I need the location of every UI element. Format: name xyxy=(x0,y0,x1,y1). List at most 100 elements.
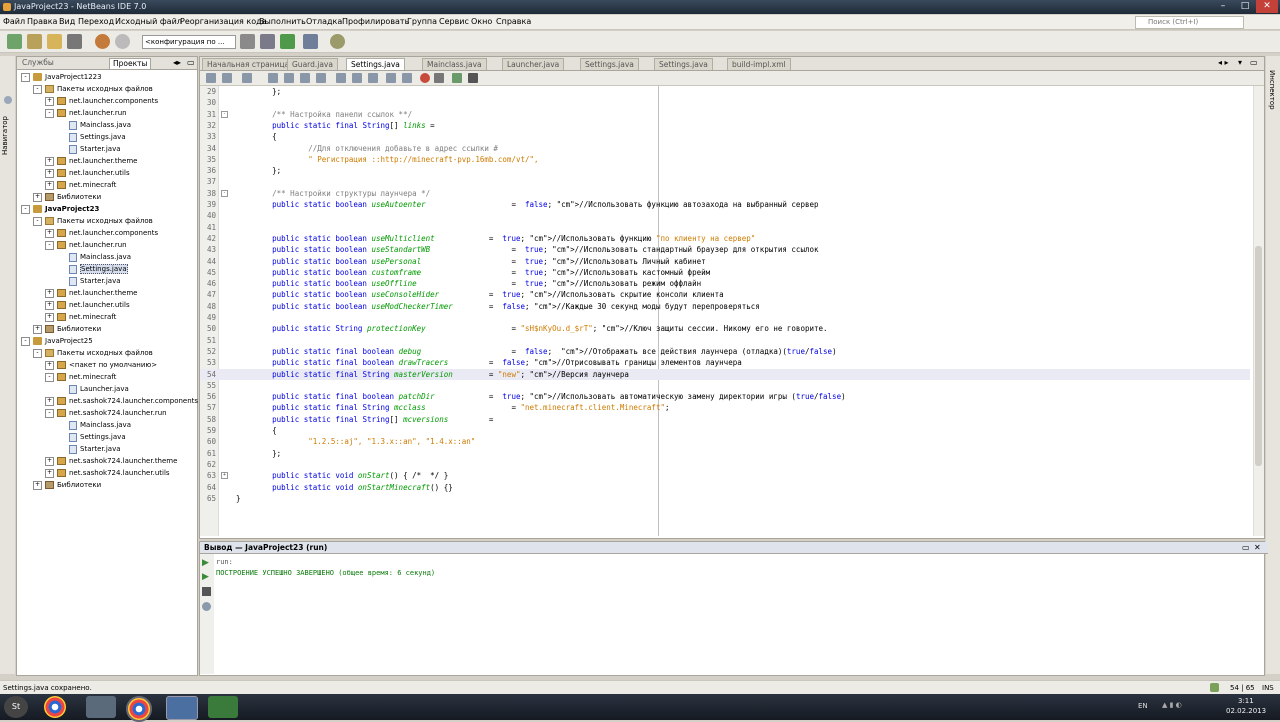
tree-node[interactable]: - Пакеты исходных файлов xyxy=(33,215,153,227)
tree-node[interactable]: + net.launcher.theme xyxy=(45,287,138,299)
close-button[interactable]: ✕ xyxy=(1256,0,1278,13)
tree-file[interactable]: Settings.java xyxy=(57,131,126,143)
find-previous-icon[interactable] xyxy=(268,73,278,83)
collapse-icon[interactable]: - xyxy=(33,84,42,94)
app-icon[interactable] xyxy=(86,696,116,718)
menu-file[interactable]: Файл xyxy=(3,17,25,26)
tree-node[interactable]: + net.minecraft xyxy=(45,311,116,323)
code-line[interactable]: 49 xyxy=(200,312,1250,323)
back-icon[interactable] xyxy=(242,73,252,83)
code-line[interactable]: 63 + public static void onStart() { /* */… xyxy=(200,470,1250,481)
code-line[interactable]: 30 xyxy=(200,97,1250,108)
expand-icon[interactable]: + xyxy=(33,192,42,202)
tree-file[interactable]: Settings.java xyxy=(57,263,128,275)
chrome-icon-2[interactable] xyxy=(126,696,152,722)
build-hammer-icon[interactable] xyxy=(240,34,255,49)
collapse-icon[interactable]: - xyxy=(33,348,42,358)
language-indicator[interactable]: EN xyxy=(1138,702,1148,710)
code-line[interactable]: 35 " Регистрация ::http://minecraft-pvp.… xyxy=(200,154,1250,165)
tree-node[interactable]: - net.minecraft xyxy=(45,371,116,383)
clean-build-icon[interactable] xyxy=(260,34,275,49)
code-line[interactable]: 38- /** Настройки структуры лаунчера */ xyxy=(200,188,1250,199)
tree-node[interactable]: + net.sashok724.launcher.utils xyxy=(45,467,170,479)
redo-icon[interactable] xyxy=(115,34,130,49)
collapse-icon[interactable]: - xyxy=(45,372,54,382)
expand-icon[interactable]: + xyxy=(33,324,42,334)
tabs-scroll-icon[interactable]: ◂ ▸ xyxy=(1218,58,1229,67)
tree-node[interactable]: + Библиотеки xyxy=(33,479,101,491)
editor-tab[interactable]: Settings.java xyxy=(580,58,639,70)
panel-menu-icon[interactable]: ◂▸ xyxy=(173,58,181,67)
editor-tab-active[interactable]: Settings.java xyxy=(346,58,405,70)
editor-tab[interactable]: Начальная страница xyxy=(202,58,295,70)
fold-toggle-icon[interactable]: - xyxy=(221,110,228,118)
menu-edit[interactable]: Правка xyxy=(27,17,57,26)
expand-icon[interactable]: + xyxy=(45,300,54,310)
code-line[interactable]: 43 public static boolean useStandartWB =… xyxy=(200,244,1250,255)
tree-file[interactable]: Settings.java xyxy=(57,431,126,443)
output-title[interactable]: Вывод — JavaProject23 (run) xyxy=(200,542,1268,554)
vertical-scrollbar[interactable] xyxy=(1253,86,1264,536)
stop-macro-icon[interactable] xyxy=(434,73,444,83)
tray-icons[interactable]: ▲ ▮ ◐ xyxy=(1162,701,1202,711)
code-line[interactable]: 31- /** Настройка панели ссылок **/ xyxy=(200,109,1250,120)
expand-icon[interactable]: + xyxy=(45,312,54,322)
tree-file[interactable]: Mainclass.java xyxy=(57,119,131,131)
tree-node[interactable]: + net.launcher.utils xyxy=(45,167,130,179)
code-line[interactable]: 54 public static final String masterVers… xyxy=(200,368,1250,380)
expand-icon[interactable]: + xyxy=(45,168,54,178)
start-macro-icon[interactable] xyxy=(420,73,430,83)
editor-tab[interactable]: Mainclass.java xyxy=(422,58,487,70)
menu-profile[interactable]: Профилировать xyxy=(342,17,409,26)
collapse-icon[interactable]: - xyxy=(45,240,54,250)
code-line[interactable]: 59 { xyxy=(200,425,1250,436)
tab-services[interactable]: Службы xyxy=(19,58,57,68)
menu-team[interactable]: Группа xyxy=(407,17,437,26)
toggle-highlight-icon[interactable] xyxy=(316,73,326,83)
collapse-icon[interactable]: - xyxy=(21,336,30,346)
tree-file[interactable]: Mainclass.java xyxy=(57,419,131,431)
expand-icon[interactable]: + xyxy=(45,288,54,298)
profile-project-icon[interactable] xyxy=(330,34,345,49)
editor-tab[interactable]: Launcher.java xyxy=(502,58,565,70)
code-line[interactable]: 57 public static final String mcclass = … xyxy=(200,402,1250,413)
tree-file[interactable]: Starter.java xyxy=(57,275,121,287)
menu-refactor[interactable]: Реорганизация кода xyxy=(180,17,267,26)
code-line[interactable]: 62 xyxy=(200,459,1250,470)
configuration-select[interactable]: <конфигурация по ... xyxy=(142,35,236,49)
tree-node[interactable]: + <пакет по умолчанию> xyxy=(45,359,157,371)
expand-icon[interactable]: + xyxy=(45,396,54,406)
editor-tab[interactable]: Settings.java xyxy=(654,58,713,70)
tree-file[interactable]: Mainclass.java xyxy=(57,251,131,263)
tree-node[interactable]: - Пакеты исходных файлов xyxy=(33,347,153,359)
collapse-icon[interactable]: - xyxy=(33,216,42,226)
code-line[interactable]: 45 public static boolean customframe = t… xyxy=(200,267,1250,278)
shift-right-icon[interactable] xyxy=(402,73,412,83)
code-line[interactable]: 53 public static final boolean drawTrace… xyxy=(200,357,1250,368)
tree-node[interactable]: + net.launcher.components xyxy=(45,95,158,107)
undo-icon[interactable] xyxy=(95,34,110,49)
expand-icon[interactable]: + xyxy=(45,228,54,238)
code-area[interactable]: 29 }; 30 31- /** Настройка панели ссылок *… xyxy=(200,86,1250,536)
find-next-icon[interactable] xyxy=(284,73,294,83)
expand-icon[interactable]: + xyxy=(45,96,54,106)
editor-tab[interactable]: Guard.java xyxy=(287,58,338,70)
code-line[interactable]: 60 "1.2.5::aj", "1.3.x::an", "1.4.x::an" xyxy=(200,436,1250,447)
code-line[interactable]: 51 xyxy=(200,335,1250,346)
menu-help[interactable]: Справка xyxy=(496,17,531,26)
expand-icon[interactable]: + xyxy=(45,468,54,478)
shift-left-icon[interactable] xyxy=(386,73,396,83)
tree-file[interactable]: Starter.java xyxy=(57,443,121,455)
rerun-with-options-icon[interactable]: ▶ xyxy=(202,572,211,582)
code-line[interactable]: 58 public static final String[] mcversio… xyxy=(200,414,1250,425)
expand-icon[interactable]: + xyxy=(33,480,42,490)
fold-toggle-icon[interactable]: + xyxy=(221,472,228,480)
toggle-bookmark-icon[interactable] xyxy=(368,73,378,83)
tree-project[interactable]: - JavaProject1223 xyxy=(21,71,102,83)
tree-node[interactable]: - Пакеты исходных файлов xyxy=(33,83,153,95)
code-line[interactable]: 36 }; xyxy=(200,165,1250,176)
find-selection-icon[interactable] xyxy=(300,73,310,83)
settings-icon[interactable] xyxy=(202,602,211,611)
code-line[interactable]: 39 public static boolean useAutoenter = … xyxy=(200,199,1250,210)
expand-icon[interactable]: + xyxy=(45,156,54,166)
